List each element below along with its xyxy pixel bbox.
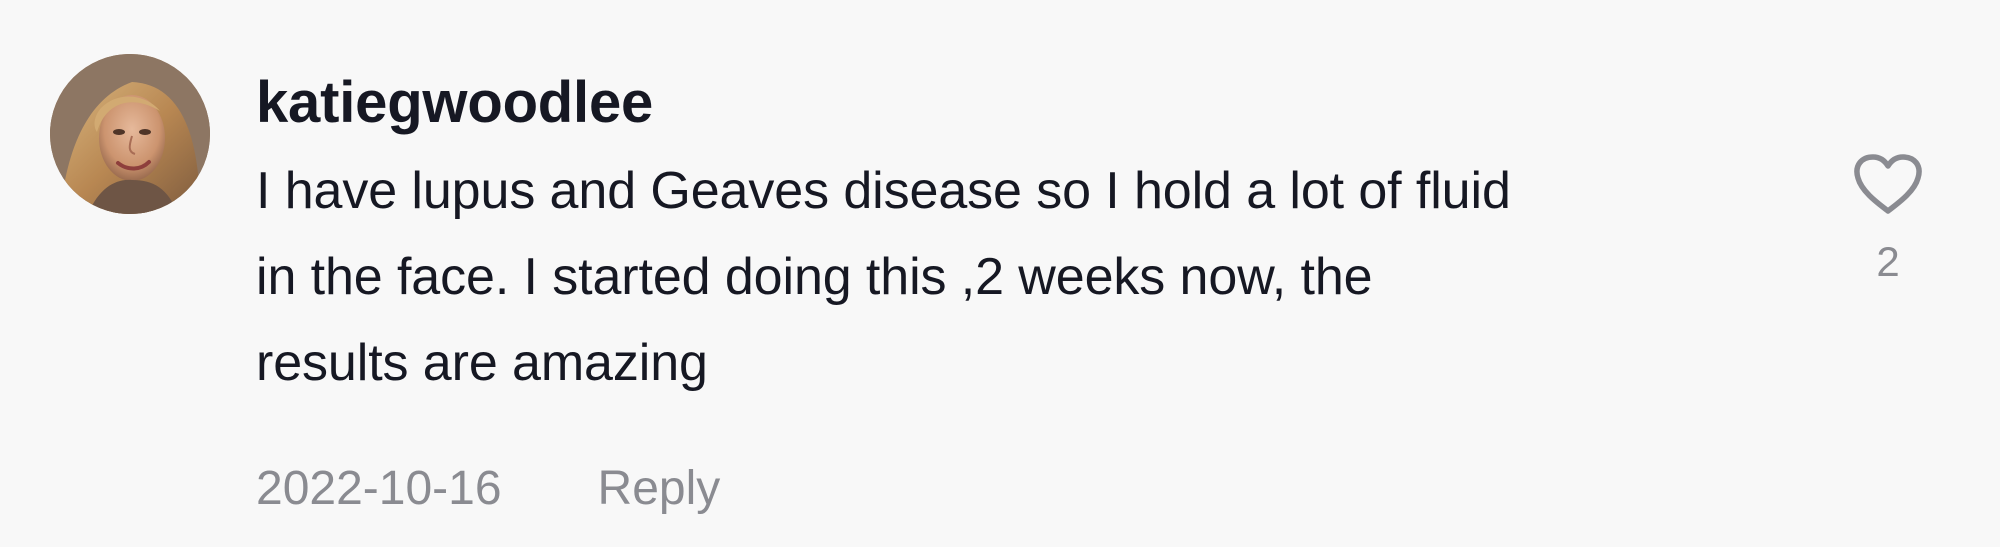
like-section: 2 bbox=[1848, 150, 1928, 286]
comment-text-line-1: I have lupus and Geaves disease so I hol… bbox=[256, 162, 1511, 220]
comment-date: 2022-10-16 bbox=[256, 462, 502, 515]
comment-text-line-3: results are amazing bbox=[256, 334, 708, 392]
username[interactable]: katiegwoodlee bbox=[256, 58, 1816, 148]
like-button[interactable] bbox=[1848, 150, 1928, 220]
comment-item: katiegwoodlee I have lupus and Geaves di… bbox=[0, 0, 2000, 547]
comment-text-line-2: in the face. I started doing this ,2 wee… bbox=[256, 248, 1373, 306]
avatar[interactable] bbox=[50, 54, 210, 214]
heart-outline-icon bbox=[1854, 154, 1922, 214]
reply-button[interactable]: Reply bbox=[598, 454, 721, 524]
comment-meta: 2022-10-16 Reply bbox=[256, 454, 1816, 524]
comment-content: katiegwoodlee I have lupus and Geaves di… bbox=[256, 58, 1816, 524]
like-count: 2 bbox=[1876, 238, 1900, 285]
